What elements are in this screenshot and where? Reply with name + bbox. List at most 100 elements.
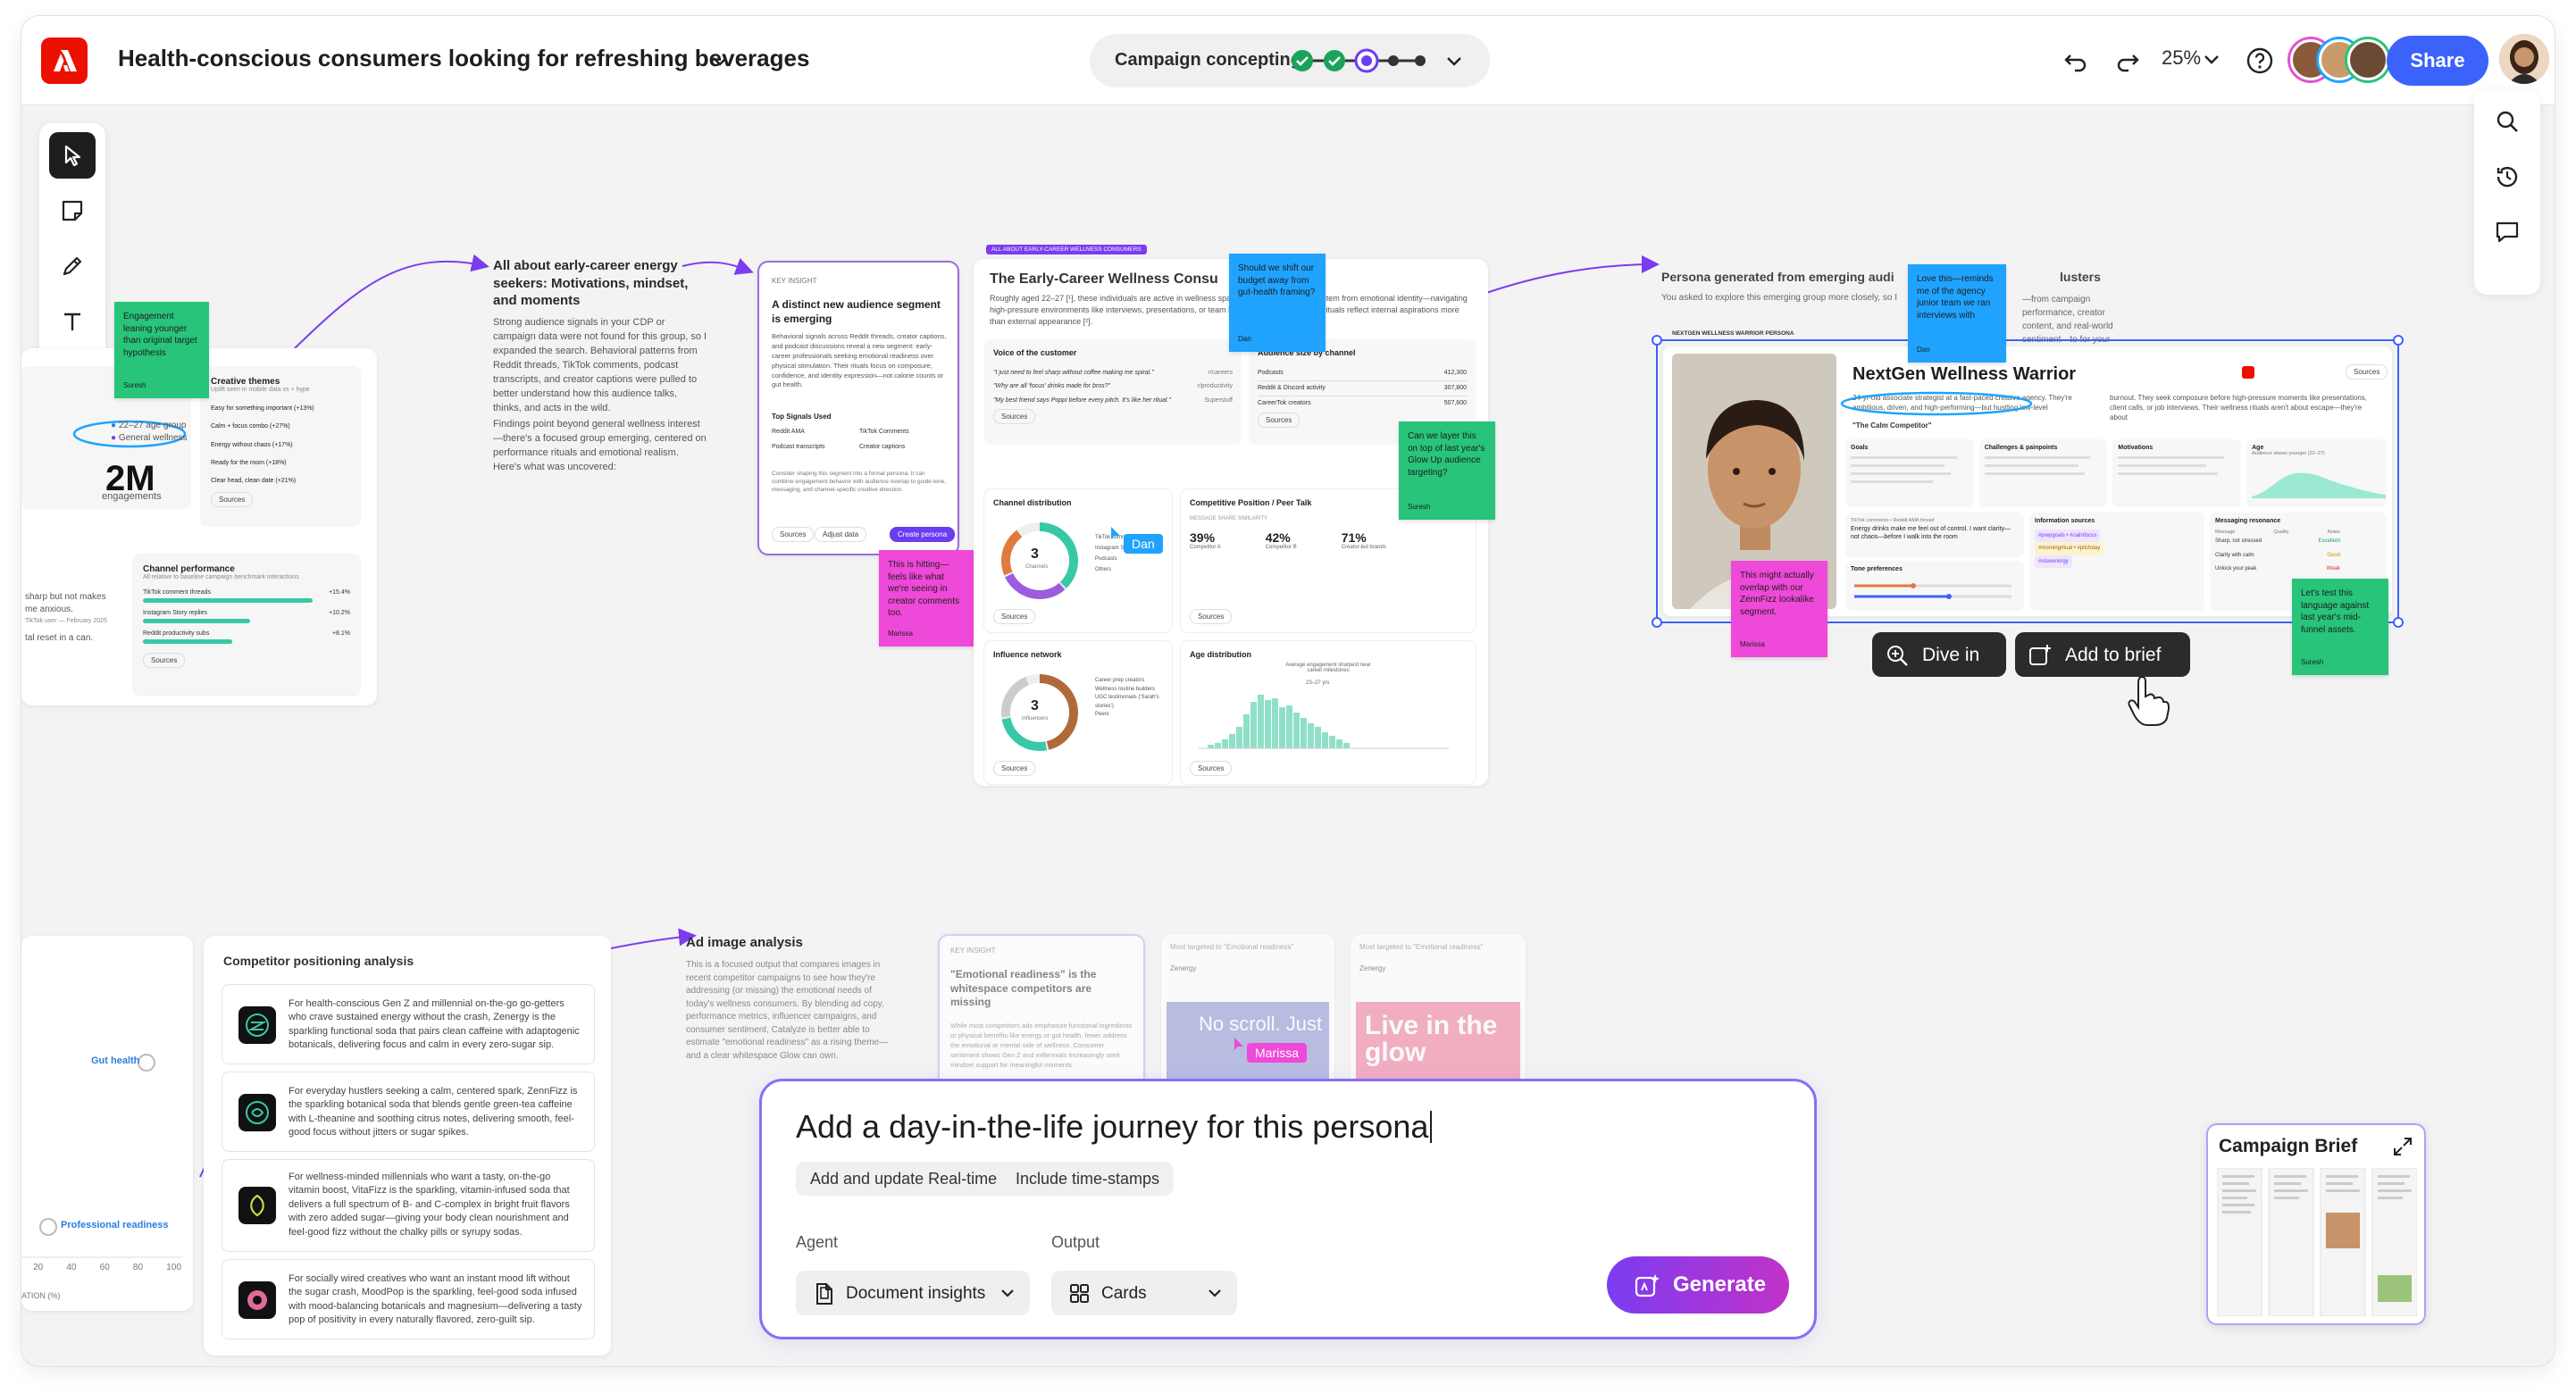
competitor-row[interactable]: For socially wired creatives who want an… — [222, 1259, 595, 1339]
signal-tag: Reddit AMA — [772, 429, 805, 435]
sources-button[interactable]: Sources — [1258, 413, 1301, 429]
sources-button[interactable]: Sources — [993, 761, 1036, 776]
age-range: 23–27 yrs — [1306, 680, 1330, 686]
audience-row-label: CareerTok creators — [1258, 400, 1311, 407]
sources-button[interactable]: Sources — [1190, 761, 1233, 776]
suggestion-chip[interactable]: Include time-stamps — [1001, 1162, 1175, 1196]
sticky-note-text: Love this—reminds me of the agency junio… — [1917, 274, 1994, 321]
sources-button[interactable]: Sources — [1190, 609, 1233, 624]
sources-button[interactable]: Sources — [143, 653, 186, 668]
voice-quote: "Why are all 'focus' drinks made for bro… — [993, 383, 1110, 390]
campaign-brief-minimap[interactable]: Campaign Brief — [2206, 1123, 2426, 1325]
sticky-note-text: Let's test this language against last ye… — [2301, 588, 2370, 635]
sticky-note-author: Marissa — [1740, 640, 1766, 649]
quote-author: TikTok user — February 2025 — [25, 618, 107, 624]
sticky-note[interactable]: Should we shift our budget away from gut… — [1229, 254, 1326, 352]
card-kicker: KEY INSIGHT — [772, 277, 817, 285]
channel-performance-subtitle: All relative to baseline campaign benchm… — [143, 574, 299, 580]
channel-bar — [143, 619, 250, 623]
prompt-input[interactable]: Add a day-in-the-life journey for this p… — [796, 1108, 1433, 1146]
sources-button[interactable]: Sources — [211, 492, 254, 508]
output-value: Cards — [1101, 1284, 1147, 1303]
hashtag: #slowenergy — [2035, 555, 2072, 569]
competitor-description: For wellness-minded millennials who want… — [289, 1172, 570, 1238]
ad-brand: Zenergy — [1359, 964, 1386, 972]
legend-item: Podcasts — [1095, 556, 1117, 562]
sticky-note-text: Engagement leaning younger than original… — [123, 312, 197, 358]
cards-icon — [1070, 1284, 1089, 1303]
sticky-note-author: Suresh — [2301, 658, 2324, 667]
adjust-data-button[interactable]: Adjust data — [815, 527, 867, 542]
persona-section-body: You asked to explore this emerging group… — [1661, 293, 1898, 303]
competitor-row[interactable]: For health-conscious Gen Z and millennia… — [222, 984, 595, 1064]
quote-text: sharp but not makes me anxious. — [25, 592, 106, 614]
sticky-note[interactable]: This might actually overlap with our Zen… — [1731, 561, 1827, 657]
channel-distribution-panel: Channel distribution 3 Channels TikTok c… — [984, 489, 1172, 632]
sticky-note[interactable]: Let's test this language against last ye… — [2292, 579, 2388, 675]
donut-center-value: 3 — [1031, 698, 1039, 713]
message-row: Clarity with calm — [2215, 552, 2254, 558]
resize-handle[interactable] — [2393, 335, 2404, 346]
big-stat-caption: engagements — [102, 491, 162, 502]
create-persona-button[interactable]: Create persona — [890, 527, 956, 542]
ad-card[interactable]: Most targeted to "Emotional readiness" Z… — [1161, 934, 1334, 1091]
generate-button[interactable]: Generate — [1607, 1256, 1789, 1314]
theme-item: Clear head, clean date (+21%) — [211, 478, 297, 485]
legend-item: Wellness routine builders — [1095, 686, 1155, 692]
channel-insights-card[interactable]: ● 22–27 age group ● General wellness 2M … — [21, 348, 377, 705]
add-to-brief-button[interactable]: Add to brief — [2015, 632, 2190, 677]
sticky-note[interactable]: Can we layer this on top of last year's … — [1399, 421, 1495, 520]
ad-card[interactable]: Most targeted to "Emotional readiness" Z… — [1351, 934, 1526, 1091]
axis-tick: 100 — [166, 1263, 181, 1272]
channel-label: TikTok comment threads — [143, 589, 211, 596]
competitor-map-card[interactable]: Gut health Professional readiness 20 40 … — [21, 936, 193, 1311]
sources-button[interactable]: Sources — [2346, 364, 2388, 380]
chevron-down-icon — [1001, 1289, 1014, 1297]
persona-tag: NEXTGEN WELLNESS WARRIOR PERSONA — [1672, 330, 1794, 337]
key-insight-card[interactable]: KEY INSIGHT A distinct new audience segm… — [757, 261, 959, 555]
resize-handle[interactable] — [2393, 617, 2404, 628]
resize-handle[interactable] — [1652, 335, 1662, 346]
competitor-positioning-card[interactable]: Competitor positioning analysis For heal… — [204, 936, 611, 1355]
sources-button[interactable]: Sources — [993, 609, 1036, 624]
hashtag: #morningritual • #pitchday — [2035, 542, 2104, 555]
sticky-note-author: Suresh — [1408, 503, 1431, 512]
tone-sliders — [1854, 583, 2011, 599]
section-title: All about early-career energy seekers: M… — [493, 258, 689, 308]
channel-performance-panel: Channel performance All relative to base… — [132, 554, 361, 696]
resize-handle[interactable] — [1652, 617, 1662, 628]
legend-item: UGC testimonials ('Sarah's stories') — [1095, 695, 1159, 709]
sticky-note[interactable]: This is hitting—feels like what we're se… — [879, 550, 974, 646]
sticky-note-author: Suresh — [123, 381, 146, 390]
signal-tag: Creator captions — [859, 444, 906, 450]
audience-row-value: 507,600 — [1443, 400, 1467, 407]
competitive-value: 71% — [1341, 530, 1367, 545]
sticky-note-text: This might actually overlap with our Zen… — [1740, 571, 1814, 617]
output-dropdown[interactable]: Cards — [1051, 1271, 1237, 1315]
sticky-note-author: Marissa — [888, 630, 914, 638]
chevron-down-icon — [1209, 1289, 1221, 1297]
competitor-row[interactable]: For wellness-minded millennials who want… — [222, 1159, 595, 1252]
competitor-row[interactable]: For everyday hustlers seeking a calm, ce… — [222, 1072, 595, 1152]
information-sources-panel: Information sources #prepgoals • #calmfo… — [2029, 513, 2204, 611]
panel-title: Messaging resonance — [2215, 518, 2281, 524]
hashtag: #prepgoals • #calmfocus — [2035, 530, 2101, 543]
generate-icon — [1635, 1274, 1660, 1297]
sticky-note[interactable]: Engagement leaning younger than original… — [114, 302, 209, 398]
agent-value: Document insights — [846, 1284, 986, 1303]
column-header: Quality — [2273, 530, 2289, 535]
expand-icon[interactable] — [2392, 1136, 2413, 1157]
card-title: The Early-Career Wellness Consu — [990, 271, 1218, 287]
key-insight-card[interactable]: KEY INSIGHT "Emotional readiness" is the… — [938, 934, 1145, 1091]
sticky-note[interactable]: Love this—reminds me of the agency junio… — [1908, 264, 2006, 363]
panel-title: Voice of the customer — [993, 348, 1077, 357]
dive-in-button[interactable]: Dive in — [1872, 632, 2006, 677]
signal-tag: Podcast transcripts — [772, 444, 825, 450]
agent-label: Agent — [796, 1233, 839, 1251]
audience-row-value: 307,800 — [1443, 385, 1467, 392]
persona-burnout: burnout. They seek composure before high… — [2110, 394, 2368, 422]
persona-grid-top: Goals Challenges & painpoints Motivation… — [1845, 439, 2387, 507]
agent-dropdown[interactable]: Document insights — [796, 1271, 1030, 1315]
sources-button[interactable]: Sources — [772, 527, 815, 542]
sources-button[interactable]: Sources — [993, 409, 1036, 425]
